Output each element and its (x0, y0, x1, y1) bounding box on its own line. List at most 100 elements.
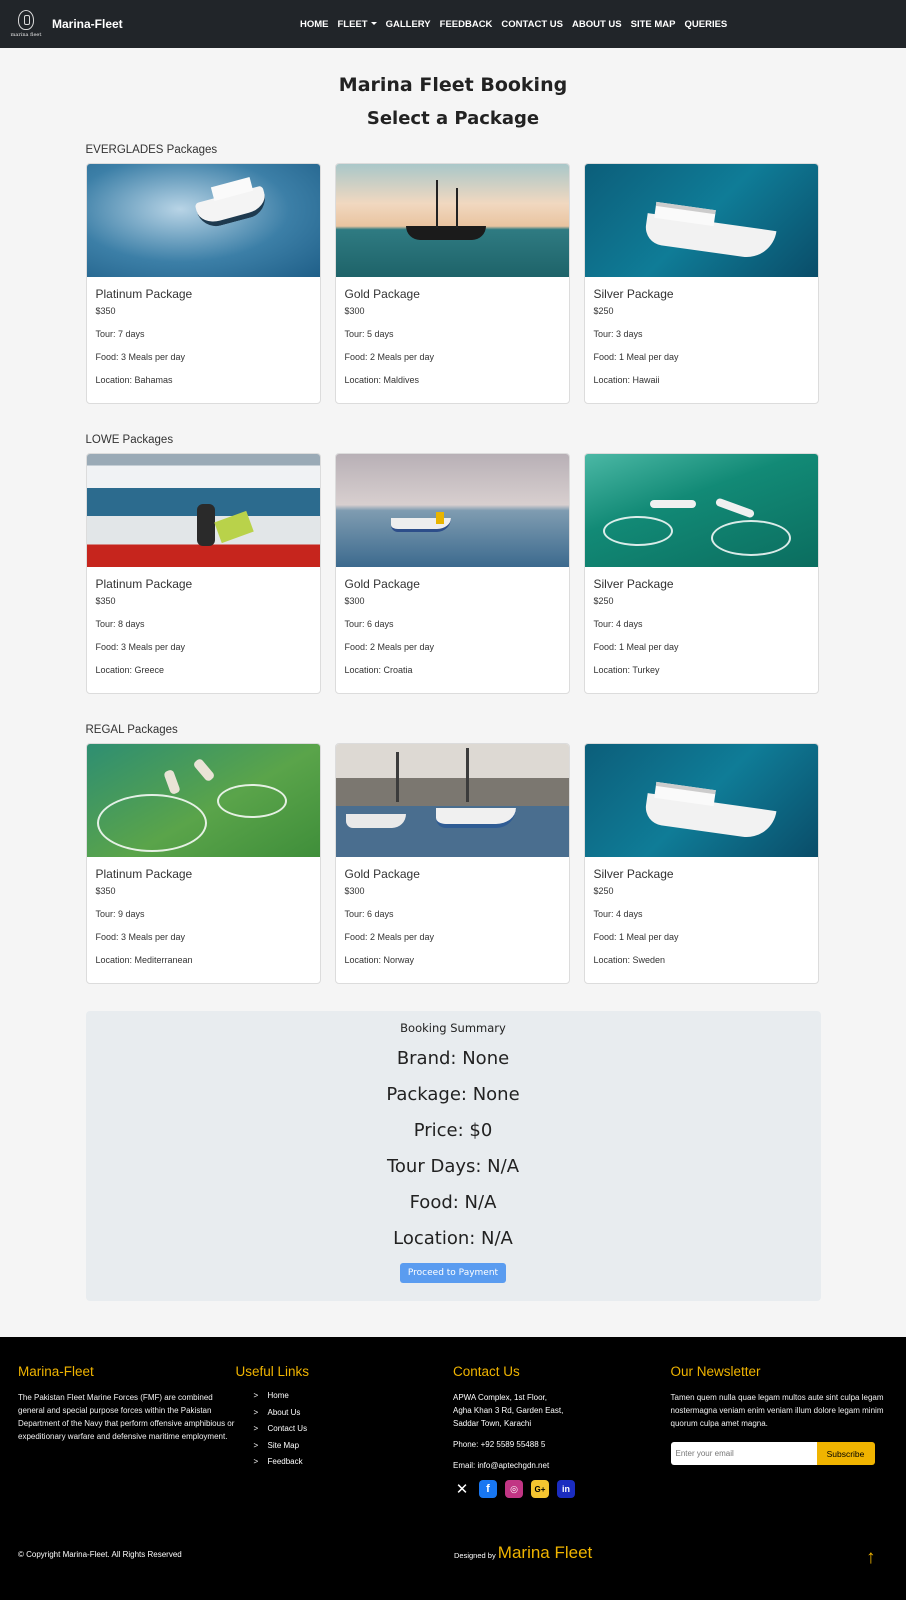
logo-text: marina fleet (10, 32, 42, 38)
card-row: Platinum Package $350 Tour: 7 days Food:… (85, 163, 821, 404)
package-card[interactable]: Platinum Package $350 Tour: 9 days Food:… (85, 743, 321, 984)
package-section-lowe: LOWE Packages Platinum Package $350 Tour… (85, 434, 821, 694)
card-location: Location: Norway (344, 955, 415, 965)
caret-down-icon (370, 22, 377, 26)
package-card[interactable]: Silver Package $250 Tour: 3 days Food: 1… (583, 163, 819, 404)
card-tour: Tour: 6 days (344, 619, 394, 629)
footer-links: Useful Links > Home > About Us > Contact Us… (236, 1364, 454, 1498)
net-ring-shape (710, 520, 791, 556)
brand-name[interactable]: Marina-Fleet (52, 17, 123, 31)
card-title: Platinum Package (95, 287, 193, 301)
logo: marina fleet (8, 5, 44, 43)
chevron-right-icon: > (253, 1424, 259, 1434)
card-price: $250 (593, 596, 614, 606)
card-tour: Tour: 7 days (95, 329, 145, 339)
card-location: Location: Hawaii (593, 375, 660, 385)
card-body: Gold Package $300 Tour: 5 days Food: 2 M… (336, 277, 569, 395)
footer-links-title: Useful Links (235, 1364, 310, 1379)
card-price: $350 (95, 596, 116, 606)
package-card[interactable]: Gold Package $300 Tour: 5 days Food: 2 M… (334, 163, 570, 404)
card-price: $300 (344, 596, 365, 606)
footer-link-label: Home (267, 1391, 289, 1400)
address-line: Saddar Town, Karachi (453, 1419, 532, 1428)
card-food: Food: 1 Meal per day (593, 932, 679, 942)
card-food: Food: 3 Meals per day (95, 352, 186, 362)
footer-link-feedback[interactable]: > Feedback (254, 1457, 454, 1474)
x-twitter-icon[interactable]: ✕ (453, 1480, 471, 1498)
newsletter-email-input[interactable] (670, 1442, 817, 1465)
proceed-to-payment-button[interactable]: Proceed to Payment (399, 1263, 507, 1283)
summary-title: Booking Summary (400, 1021, 506, 1035)
package-card[interactable]: Platinum Package $350 Tour: 7 days Food:… (85, 163, 321, 404)
footer-link-label: Contact Us (267, 1424, 308, 1434)
nav-link-home[interactable]: HOME (300, 19, 329, 30)
footer-newsletter-title: Our Newsletter (670, 1364, 761, 1379)
footer-link-sitemap[interactable]: > Site Map (254, 1441, 454, 1458)
footer-contact-title: Contact Us (453, 1364, 520, 1379)
linkedin-icon[interactable]: in (557, 1480, 575, 1498)
footer-link-contact[interactable]: > Contact Us (254, 1424, 454, 1441)
boat-shape (714, 497, 755, 519)
chevron-right-icon: > (253, 1440, 259, 1450)
package-image (584, 744, 818, 857)
facebook-icon[interactable]: f (479, 1480, 497, 1498)
card-location: Location: Mediterranean (95, 955, 193, 965)
package-image (584, 164, 818, 277)
subscribe-button[interactable]: Subscribe (816, 1442, 875, 1465)
nav-link-contact[interactable]: CONTACT US (501, 19, 563, 30)
card-location: Location: Sweden (593, 955, 666, 965)
nav-link-about[interactable]: ABOUT US (572, 19, 622, 30)
package-card[interactable]: Platinum Package $350 Tour: 8 days Food:… (85, 453, 321, 694)
card-food: Food: 2 Meals per day (344, 932, 435, 942)
card-tour: Tour: 4 days (593, 619, 643, 629)
package-card[interactable]: Gold Package $300 Tour: 6 days Food: 2 M… (334, 743, 570, 984)
summary-price: Price: $0 (413, 1120, 493, 1141)
package-card[interactable]: Gold Package $300 Tour: 6 days Food: 2 M… (334, 453, 570, 694)
footer-contact: Contact Us APWA Complex, 1st Floor, Agha… (453, 1364, 671, 1498)
nav-link-feedback[interactable]: FEEDBACK (440, 19, 493, 30)
package-card[interactable]: Silver Package $250 Tour: 4 days Food: 1… (583, 453, 819, 694)
newsletter-form: Subscribe (670, 1442, 889, 1465)
brand[interactable]: marina fleet Marina-Fleet (8, 5, 123, 43)
arrow-up-icon[interactable]: ↑ (866, 1547, 876, 1569)
card-food: Food: 1 Meal per day (593, 352, 679, 362)
package-section-regal: REGAL Packages Platinum Package $350 Tou… (85, 724, 821, 984)
card-body: Silver Package $250 Tour: 3 days Food: 1… (585, 277, 818, 395)
contact-email[interactable]: Email: info@aptechgdn.net (453, 1459, 671, 1472)
card-tour: Tour: 4 days (593, 909, 643, 919)
footer-link-home[interactable]: > Home (254, 1391, 454, 1408)
card-body: Gold Package $300 Tour: 6 days Food: 2 M… (336, 567, 569, 685)
package-card[interactable]: Silver Package $250 Tour: 4 days Food: 1… (583, 743, 819, 984)
nav-link-sitemap[interactable]: SITE MAP (631, 19, 676, 30)
package-image (86, 454, 320, 567)
nav-link-fleet[interactable]: FLEET (338, 19, 377, 30)
google-plus-icon[interactable]: G+ (531, 1480, 549, 1498)
instagram-icon[interactable]: ◎ (505, 1480, 523, 1498)
package-image (335, 454, 569, 567)
nav-link-queries[interactable]: QUERIES (685, 19, 728, 30)
card-tour: Tour: 8 days (95, 619, 145, 629)
packages-container: EVERGLADES Packages Platinum Package $35… (85, 144, 821, 984)
footer-newsletter: Our Newsletter Tamen quem nulla quae leg… (670, 1364, 889, 1498)
summary-location: Location: N/A (393, 1228, 513, 1249)
net-ring-shape (216, 784, 287, 818)
crane-shape (395, 752, 399, 802)
boat-shape (345, 814, 406, 828)
card-title: Silver Package (593, 577, 674, 591)
package-image (86, 744, 320, 857)
card-row: Platinum Package $350 Tour: 9 days Food:… (85, 743, 821, 984)
summary-brand: Brand: None (396, 1048, 510, 1069)
designed-by-brand[interactable]: Marina Fleet (498, 1543, 592, 1562)
page-subtitle: Select a Package (366, 108, 540, 129)
card-body: Silver Package $250 Tour: 4 days Food: 1… (585, 567, 818, 685)
booking-summary: Booking Summary Brand: None Package: Non… (85, 1011, 821, 1301)
package-image (584, 454, 818, 567)
boat-shape (191, 757, 216, 783)
card-food: Food: 3 Meals per day (95, 642, 186, 652)
card-price: $300 (344, 886, 365, 896)
section-title: LOWE Packages (85, 434, 174, 446)
boat-shape (435, 808, 516, 828)
nav-link-gallery[interactable]: GALLERY (386, 19, 431, 30)
footer-link-about[interactable]: > About Us (254, 1408, 454, 1425)
package-section-everglades: EVERGLADES Packages Platinum Package $35… (85, 144, 821, 404)
